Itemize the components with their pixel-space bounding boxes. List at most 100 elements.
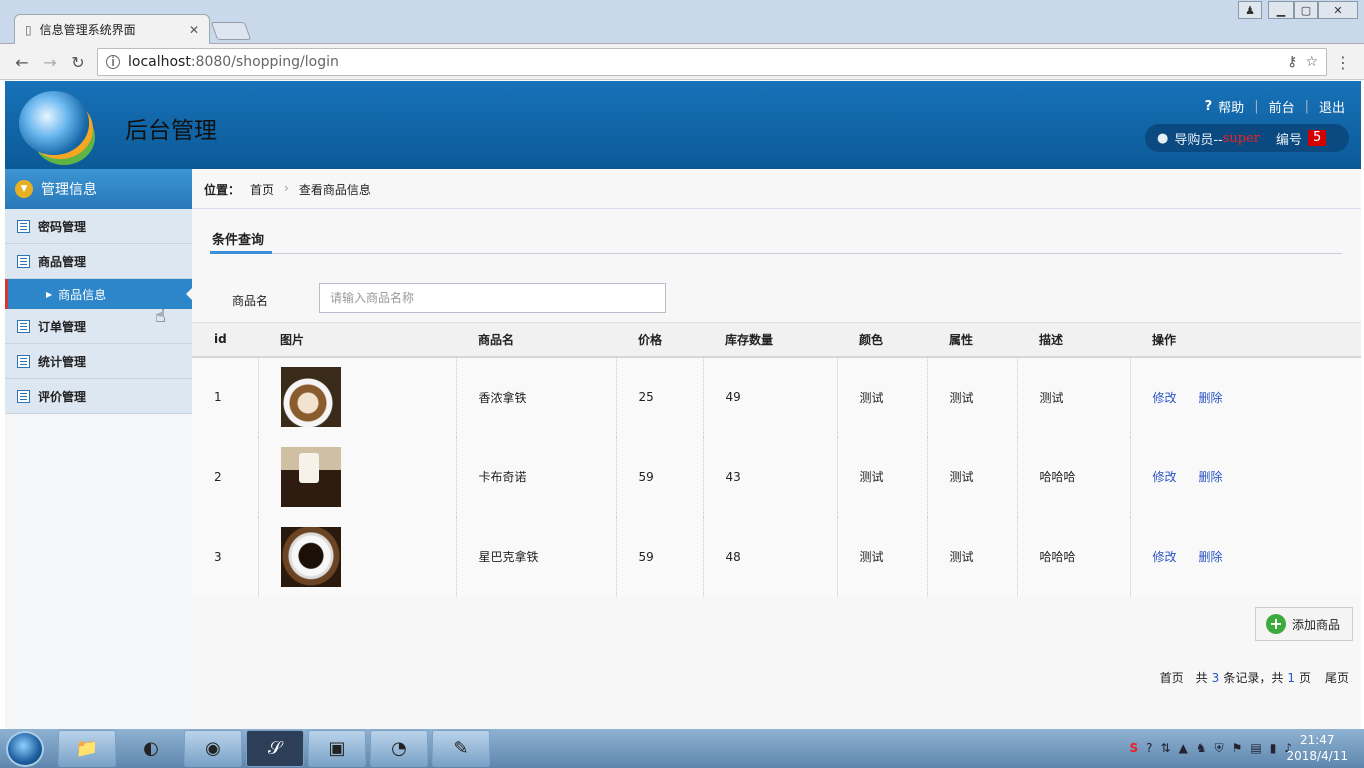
chevron-right-icon: › xyxy=(284,181,289,195)
col-color: 颜色 xyxy=(859,332,884,347)
app-title: 后台管理 xyxy=(125,118,217,144)
edit-link[interactable]: 修改 xyxy=(1153,470,1177,484)
shield-icon[interactable]: ⛨ xyxy=(1215,741,1224,756)
front-link[interactable]: 前台 xyxy=(1269,97,1295,116)
taskbar: 📁 ◐ ◉ 𝒮 ▣ ◔ ✎ S ? ⇅ ▲ ♞ ⛨ ⚑ ▤ ▮ ♪ 21:47 … xyxy=(0,729,1364,768)
sidebar-item-goods[interactable]: 商品管理 xyxy=(5,244,192,279)
edit-link[interactable]: 修改 xyxy=(1153,550,1177,564)
col-desc: 描述 xyxy=(1039,332,1064,347)
cell-name: 星巴克拿铁 xyxy=(456,516,617,597)
help-icon[interactable]: ? xyxy=(1146,741,1152,756)
caret-right-icon: ▶ xyxy=(46,289,53,299)
last-page-link[interactable]: 尾页 xyxy=(1325,669,1349,686)
sidebar-header[interactable]: ▼ 管理信息 xyxy=(5,169,192,209)
cell-desc: 哈哈哈 xyxy=(1017,516,1131,597)
app-header: 后台管理 ? 帮助 | 前台 | 退出 ● 导购员-- super 编号 5 xyxy=(5,81,1361,169)
sidebar-item-reviews[interactable]: 评价管理 xyxy=(5,379,192,414)
col-price: 价格 xyxy=(638,332,663,347)
cell-actions: 修改 删除 xyxy=(1130,437,1361,517)
user-icon[interactable]: ♟ xyxy=(1238,1,1262,19)
chrome-icon[interactable]: ◉ xyxy=(184,730,242,767)
terminal-icon[interactable]: ▣ xyxy=(308,730,366,767)
plus-icon: + xyxy=(1266,614,1286,634)
delete-link[interactable]: 删除 xyxy=(1199,470,1223,484)
product-image xyxy=(280,526,341,587)
products-table: id 图片 商品名 价格 库存数量 颜色 属性 描述 操作 1 香浓拿铁 25 … xyxy=(192,322,1361,597)
cell-attr: 测试 xyxy=(927,356,1018,437)
address-bar[interactable]: i localhost:8080/shopping/login ⚷ ☆ xyxy=(97,48,1327,76)
cell-price: 59 xyxy=(616,436,704,517)
total-suffix: 条记录，共 xyxy=(1223,671,1284,685)
ime-icon[interactable]: S xyxy=(1130,741,1139,756)
url-text: localhost:8080/shopping/login xyxy=(128,54,339,70)
col-name: 商品名 xyxy=(478,332,515,347)
tab-filter[interactable]: 条件查询 xyxy=(212,229,264,248)
signal-icon[interactable]: ▮ xyxy=(1270,741,1277,756)
chevron-up-icon[interactable]: ▲ xyxy=(1179,741,1188,756)
menu-icon[interactable]: ⋮ xyxy=(1333,52,1353,72)
cell-id: 2 xyxy=(192,436,259,517)
first-page-link[interactable]: 首页 xyxy=(1160,669,1184,686)
cell-desc: 哈哈哈 xyxy=(1017,436,1131,517)
cell-price: 25 xyxy=(616,356,704,437)
total-count: 3 xyxy=(1211,670,1220,685)
table-row: 2 卡布奇诺 59 43 测试 测试 哈哈哈 修改 删除 xyxy=(192,436,1361,517)
back-icon[interactable]: ← xyxy=(12,52,32,72)
network-icon[interactable]: ⇅ xyxy=(1161,741,1171,756)
device-icon[interactable]: ▤ xyxy=(1250,741,1261,756)
cell-image xyxy=(258,516,457,597)
pagination: 首页 共 3 条记录，共 1 页 尾页 xyxy=(1160,669,1349,686)
breadcrumb-home[interactable]: 首页 xyxy=(250,181,274,198)
minimize-button[interactable]: ▁ xyxy=(1268,1,1294,19)
cell-color: 测试 xyxy=(837,516,928,597)
forward-icon[interactable]: → xyxy=(40,52,60,72)
col-stock: 库存数量 xyxy=(725,332,774,347)
sidebar-item-goods-info[interactable]: ▶ 商品信息 xyxy=(5,279,193,309)
maximize-button[interactable]: ▢ xyxy=(1294,1,1318,19)
cell-color: 测试 xyxy=(837,436,928,517)
close-tab-icon[interactable]: ✕ xyxy=(189,23,199,37)
cell-id: 3 xyxy=(192,516,259,597)
notepad-icon[interactable]: ✎ xyxy=(432,730,490,767)
cell-actions: 修改 删除 xyxy=(1130,517,1361,597)
help-link[interactable]: 帮助 xyxy=(1218,97,1244,116)
sidebar-item-stats[interactable]: 统计管理 xyxy=(5,344,192,379)
sidebar-item-password[interactable]: 密码管理 xyxy=(5,209,192,244)
app-icon[interactable]: ◐ xyxy=(122,730,180,767)
qq-icon[interactable]: ♞ xyxy=(1196,741,1207,756)
product-image xyxy=(280,446,341,507)
key-icon[interactable]: ⚷ xyxy=(1287,54,1297,70)
clock-time: 21:47 xyxy=(1299,733,1335,747)
file-explorer-icon[interactable]: 📁 xyxy=(58,730,116,767)
divider xyxy=(192,208,1361,209)
delete-link[interactable]: 删除 xyxy=(1199,391,1223,405)
tab-title: 信息管理系统界面 xyxy=(39,23,136,37)
new-tab-button[interactable] xyxy=(210,22,252,40)
flag-icon[interactable]: ⚑ xyxy=(1232,741,1243,756)
logout-link[interactable]: 退出 xyxy=(1319,97,1345,116)
add-product-button[interactable]: + 添加商品 xyxy=(1255,607,1353,641)
start-button[interactable] xyxy=(6,731,44,767)
breadcrumb-current: 查看商品信息 xyxy=(298,183,371,197)
product-name-input[interactable] xyxy=(319,283,666,313)
reload-icon[interactable]: ↻ xyxy=(68,52,88,72)
cell-actions: 修改 删除 xyxy=(1130,357,1361,437)
col-actions: 操作 xyxy=(1152,332,1177,347)
info-icon[interactable]: i xyxy=(106,55,120,69)
user-name: super xyxy=(1222,130,1261,146)
clock[interactable]: 21:47 2018/4/11 xyxy=(1286,732,1348,764)
col-attr: 属性 xyxy=(949,332,974,347)
browser-tab[interactable]: ▯ 信息管理系统界面 ✕ xyxy=(14,14,210,44)
eclipse-icon[interactable]: 𝒮 xyxy=(246,730,304,767)
cell-price: 59 xyxy=(616,516,704,597)
close-window-button[interactable]: ✕ xyxy=(1318,1,1358,19)
cell-desc: 测试 xyxy=(1017,356,1131,437)
cell-stock: 43 xyxy=(703,436,838,517)
cell-color: 测试 xyxy=(837,356,928,437)
edit-link[interactable]: 修改 xyxy=(1153,391,1177,405)
star-icon[interactable]: ☆ xyxy=(1305,54,1318,70)
browser-tab-bar: ▯ 信息管理系统界面 ✕ ♟ ▁ ▢ ✕ xyxy=(0,0,1364,44)
cell-name: 卡布奇诺 xyxy=(456,436,617,517)
app-icon[interactable]: ◔ xyxy=(370,730,428,767)
delete-link[interactable]: 删除 xyxy=(1199,550,1223,564)
